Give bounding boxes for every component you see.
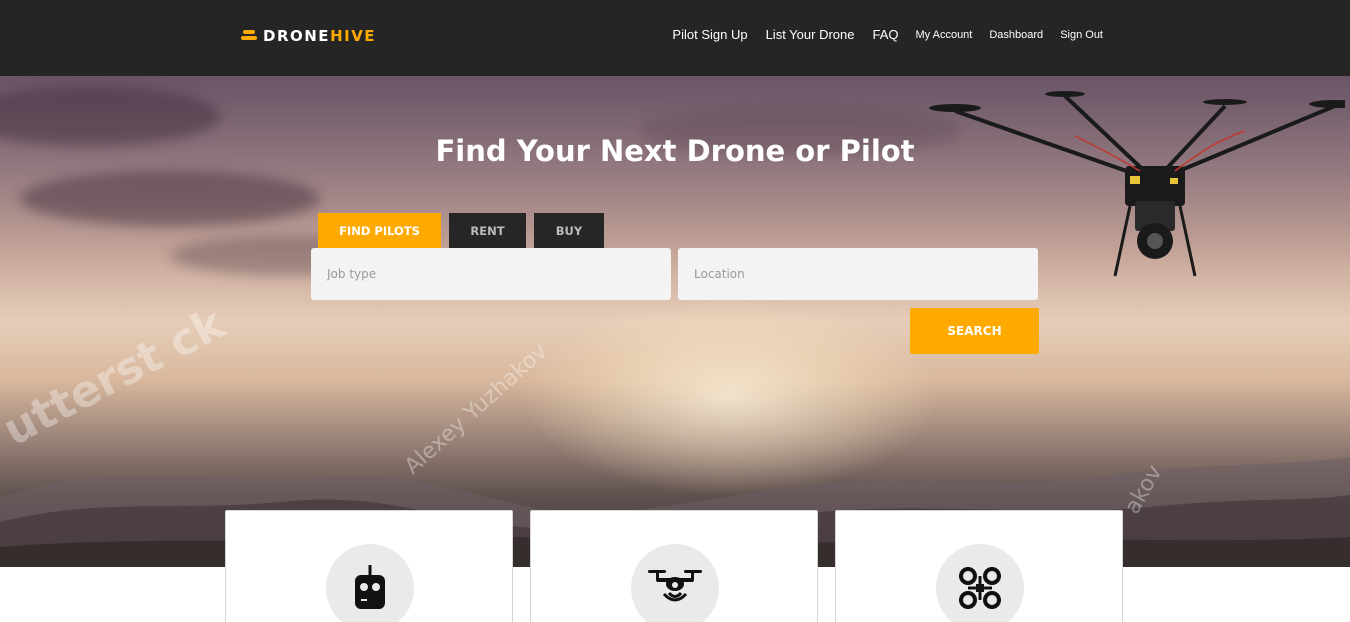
hero-cloud bbox=[20, 171, 320, 226]
remote-controller-icon bbox=[355, 565, 385, 609]
icon-circle bbox=[326, 544, 414, 622]
tab-find-pilots[interactable]: FIND PILOTS bbox=[318, 213, 441, 248]
top-navbar: DRONEHIVE Pilot Sign Up List Your Drone … bbox=[0, 0, 1350, 76]
feature-card-camera-drone[interactable] bbox=[530, 510, 818, 622]
nav-list-drone[interactable]: List Your Drone bbox=[766, 27, 855, 42]
nav-pilot-signup[interactable]: Pilot Sign Up bbox=[672, 27, 747, 42]
logo-text: DRONEHIVE bbox=[263, 27, 376, 45]
hero-title: Find Your Next Drone or Pilot bbox=[435, 134, 915, 168]
tab-buy[interactable]: BUY bbox=[534, 213, 604, 248]
icon-circle bbox=[936, 544, 1024, 622]
logo-text-hive: HIVE bbox=[330, 27, 377, 45]
nav-my-account[interactable]: My Account bbox=[916, 29, 973, 41]
search-button[interactable]: SEARCH bbox=[910, 308, 1039, 354]
location-input[interactable] bbox=[678, 248, 1038, 300]
main-nav: Pilot Sign Up List Your Drone FAQ My Acc… bbox=[672, 27, 1103, 42]
logo-text-drone: DRONE bbox=[263, 27, 331, 45]
camera-drone-icon bbox=[648, 570, 702, 602]
logo[interactable]: DRONEHIVE bbox=[241, 26, 376, 46]
quadcopter-icon bbox=[959, 567, 1001, 609]
nav-dashboard[interactable]: Dashboard bbox=[989, 29, 1043, 41]
tab-rent[interactable]: RENT bbox=[449, 213, 526, 248]
feature-card-controller[interactable] bbox=[225, 510, 513, 622]
nav-faq[interactable]: FAQ bbox=[872, 27, 898, 42]
nav-sign-out[interactable]: Sign Out bbox=[1060, 29, 1103, 41]
feature-card-quadcopter[interactable] bbox=[835, 510, 1123, 622]
logo-icon bbox=[241, 28, 257, 44]
watermark: ck bbox=[160, 298, 233, 370]
hero-section: utterst ck Alexey Yuzhakov akov Find You… bbox=[0, 76, 1350, 567]
icon-circle bbox=[631, 544, 719, 622]
job-type-input[interactable] bbox=[311, 248, 671, 300]
